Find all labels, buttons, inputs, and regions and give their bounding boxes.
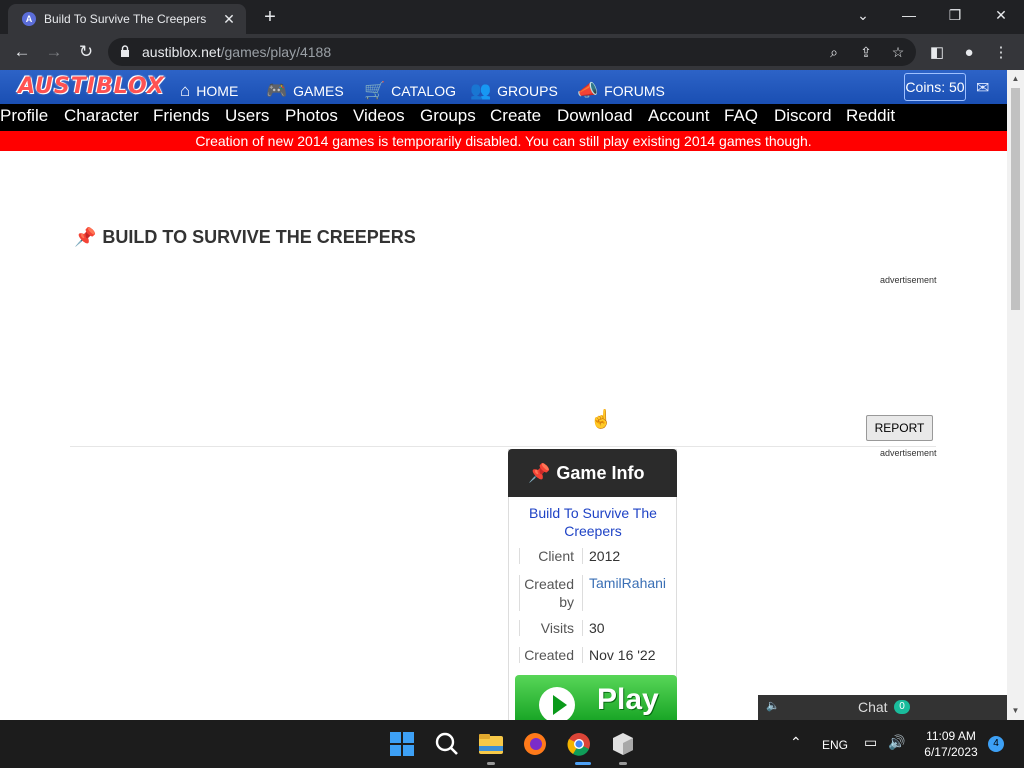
scroll-down-icon[interactable]: ▼ — [1011, 706, 1020, 716]
windows-start-icon[interactable] — [390, 732, 414, 756]
chat-bar[interactable]: 🔈 Chat 0 — [758, 695, 1007, 720]
game-info-panel: 📌 Game Info Build To Survive The Creeper… — [508, 449, 677, 720]
new-tab-icon[interactable]: + — [258, 5, 282, 29]
notification-badge[interactable]: 4 — [988, 736, 1004, 752]
tab-search-chevron-icon[interactable]: ⌄ — [848, 4, 878, 26]
network-icon[interactable]: ▭ — [864, 734, 877, 751]
chrome-icon[interactable] — [565, 730, 593, 758]
url-text: austiblox.net/games/play/4188 — [142, 44, 332, 60]
nav-forums[interactable]: 📣 FORUMS — [577, 80, 665, 102]
volume-icon[interactable]: 🔊 — [888, 734, 905, 751]
address-bar[interactable]: austiblox.net/games/play/4188 ⌕ ⇪ ☆ — [108, 38, 916, 66]
pin-icon: 📌 — [74, 227, 97, 247]
play-button[interactable]: Play — [515, 675, 677, 720]
subnav-reddit[interactable]: Reddit — [846, 106, 895, 126]
nav-groups[interactable]: 👥 GROUPS — [470, 80, 558, 102]
subnav-create[interactable]: Create — [490, 106, 541, 126]
cart-icon: 🛒 — [364, 81, 386, 100]
active-indicator — [575, 762, 591, 765]
running-indicator — [619, 762, 627, 765]
chat-count-badge: 0 — [894, 700, 910, 714]
nav-games[interactable]: 🎮 GAMES — [266, 80, 344, 102]
tab-title: Build To Survive The Creepers — [44, 12, 207, 26]
subnav-character[interactable]: Character — [64, 106, 139, 126]
home-icon: ⌂ — [180, 81, 191, 100]
report-button[interactable]: REPORT — [866, 415, 933, 441]
nav-home[interactable]: ⌂ HOME — [180, 80, 238, 102]
taskbar: ⌃ ENG ▭ 🔊 11:09 AM 6/17/2023 4 — [0, 720, 1024, 768]
sub-navigation: Profile Character Friends Users Photos V… — [0, 104, 1007, 131]
site-favicon-icon: A — [22, 12, 36, 26]
scrollbar[interactable]: ▲ ▼ — [1007, 70, 1024, 720]
site-header: AUSTIBLOX ⌂ HOME 🎮 GAMES 🛒 CATALOG 👥 GROUPS … — [0, 70, 1007, 104]
megaphone-icon: 📣 — [577, 81, 599, 100]
bookmark-star-icon[interactable]: ☆ — [888, 43, 908, 61]
file-explorer-icon[interactable] — [477, 730, 505, 758]
subnav-download[interactable]: Download — [557, 106, 633, 126]
client-row: Client 2012 — [519, 548, 669, 568]
subnav-groups[interactable]: Groups — [420, 106, 476, 126]
mail-icon[interactable]: ✉ — [976, 78, 989, 98]
close-window-icon[interactable]: ✕ — [986, 4, 1016, 26]
share-icon[interactable]: ⇪ — [856, 43, 876, 61]
reload-icon[interactable]: ↻ — [74, 40, 98, 64]
game-name-link[interactable]: Build To Survive The Creepers — [509, 504, 677, 540]
subnav-friends[interactable]: Friends — [153, 106, 210, 126]
subnav-photos[interactable]: Photos — [285, 106, 338, 126]
search-icon[interactable]: ⌕ — [824, 43, 844, 61]
creator-row: Created by TamilRahani — [519, 575, 669, 613]
running-indicator — [487, 762, 495, 765]
tray-chevron-icon[interactable]: ⌃ — [790, 734, 802, 751]
close-tab-icon[interactable]: ✕ — [220, 10, 238, 28]
subnav-profile[interactable]: Profile — [0, 106, 48, 126]
language-indicator[interactable]: ENG — [822, 738, 848, 752]
hand-cursor-icon: ☝ — [590, 409, 613, 429]
divider — [70, 446, 936, 447]
browser-toolbar: ← → ↻ austiblox.net/games/play/4188 ⌕ ⇪ … — [0, 34, 1024, 70]
app-cube-icon[interactable] — [609, 730, 637, 758]
menu-icon[interactable]: ⋮ — [990, 42, 1012, 64]
advertisement-label: advertisement — [880, 448, 937, 458]
minimize-icon[interactable]: — — [894, 4, 924, 26]
side-panel-icon[interactable]: ◧ — [926, 42, 948, 64]
lock-icon — [121, 45, 129, 57]
speaker-icon: 🔈 — [766, 700, 780, 712]
gamepad-icon: 🎮 — [266, 81, 288, 100]
subnav-users[interactable]: Users — [225, 106, 269, 126]
notice-banner: Creation of new 2014 games is temporaril… — [0, 131, 1007, 151]
austiblox-logo[interactable]: AUSTIBLOX — [14, 72, 164, 104]
pin-icon: 📌 — [528, 462, 551, 483]
creator-link[interactable]: TamilRahani — [589, 575, 666, 591]
page-viewport: AUSTIBLOX ⌂ HOME 🎮 GAMES 🛒 CATALOG 👥 GROUPS … — [0, 70, 1024, 720]
scroll-thumb[interactable] — [1011, 88, 1020, 310]
restore-icon[interactable]: ❐ — [940, 4, 970, 26]
back-icon[interactable]: ← — [10, 40, 34, 64]
scroll-up-icon[interactable]: ▲ — [1011, 74, 1020, 84]
search-icon[interactable] — [433, 730, 461, 758]
advertisement-label: advertisement — [880, 275, 937, 285]
firefox-icon[interactable] — [521, 730, 549, 758]
subnav-videos[interactable]: Videos — [353, 106, 405, 126]
subnav-discord[interactable]: Discord — [774, 106, 832, 126]
tab-strip: A Build To Survive The Creepers ✕ + ⌄ — … — [0, 0, 1024, 34]
created-row: Created Nov 16 '22 — [519, 647, 669, 667]
visits-row: Visits 30 — [519, 620, 669, 640]
browser-tab[interactable]: A Build To Survive The Creepers ✕ — [8, 4, 246, 34]
clock[interactable]: 11:09 AM 6/17/2023 — [918, 728, 984, 760]
play-icon — [553, 695, 567, 715]
subnav-account[interactable]: Account — [648, 106, 709, 126]
nav-catalog[interactable]: 🛒 CATALOG — [364, 80, 456, 102]
subnav-faq[interactable]: FAQ — [724, 106, 758, 126]
users-icon: 👥 — [470, 81, 492, 100]
page-title: 📌 BUILD TO SURVIVE THE CREEPERS — [74, 227, 416, 247]
profile-icon[interactable]: ● — [958, 42, 980, 64]
coins-badge[interactable]: Coins: 50 — [904, 73, 966, 101]
forward-icon[interactable]: → — [42, 40, 66, 64]
game-info-heading: 📌 Game Info — [508, 449, 677, 497]
